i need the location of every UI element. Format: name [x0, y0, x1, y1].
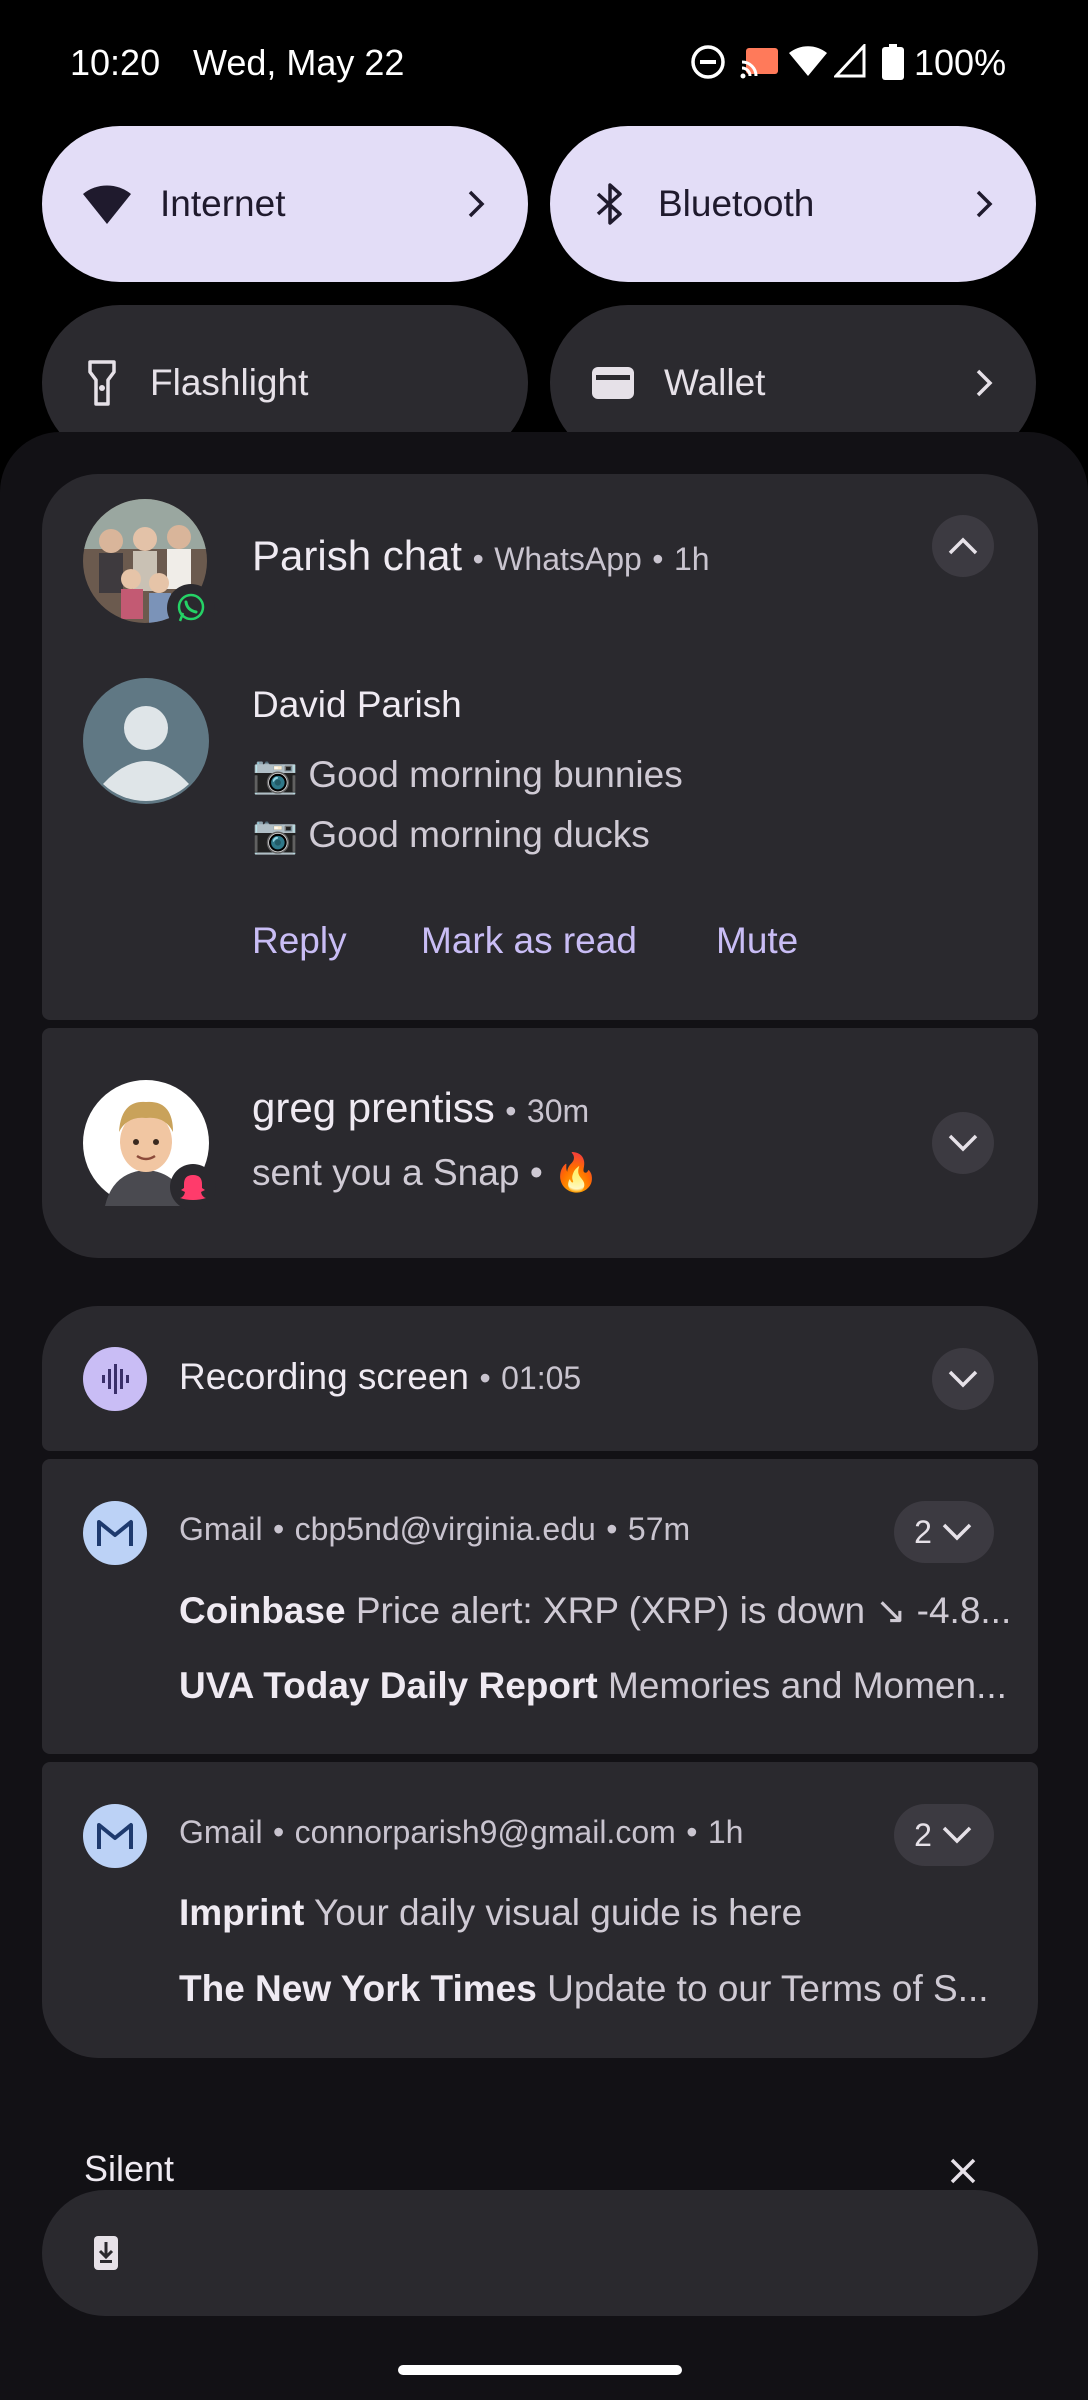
- fire-emoji: 🔥: [553, 1152, 600, 1193]
- whatsapp-badge: [167, 584, 215, 632]
- chevron-down-icon: [948, 1134, 978, 1152]
- separator: •: [686, 1814, 698, 1850]
- battery-icon: [882, 44, 904, 80]
- separator: •: [479, 1360, 491, 1396]
- separator: •: [529, 1152, 543, 1193]
- wallet-icon: [592, 367, 634, 399]
- email-sender: The New York Times: [179, 1968, 537, 2009]
- account-email: cbp5nd@virginia.edu: [294, 1511, 596, 1547]
- flashlight-tile-label: Flashlight: [150, 362, 309, 403]
- chevron-right-icon: [976, 190, 993, 218]
- reply-button[interactable]: Reply: [252, 920, 347, 962]
- email-snippet: Your daily visual guide is here: [314, 1892, 803, 1933]
- notification-title: Parish chat: [252, 532, 463, 579]
- notification-text: sent you a Snap: [252, 1152, 520, 1193]
- silent-section-header: Silent: [84, 2148, 175, 2189]
- message-count: 2: [914, 1816, 932, 1853]
- expand-button[interactable]: [932, 1112, 994, 1174]
- recording-timer: 01:05: [501, 1360, 582, 1396]
- separator: •: [505, 1093, 517, 1129]
- separator: •: [273, 1511, 285, 1547]
- email-snippet: Memories and Momen...: [608, 1665, 1007, 1706]
- separator: •: [606, 1511, 618, 1547]
- cast-icon: [740, 48, 778, 79]
- screen-recording-notification[interactable]: Recording screen • 01:05: [42, 1306, 1038, 1451]
- chevron-down-icon: [942, 1826, 972, 1844]
- whatsapp-icon: [177, 593, 205, 622]
- audio-waveform-icon: [102, 1364, 129, 1394]
- wallet-tile-label: Wallet: [664, 362, 766, 403]
- gesture-navigation-bar[interactable]: [398, 2365, 682, 2375]
- status-date: Wed, May 22: [193, 42, 405, 83]
- app-name: WhatsApp: [494, 541, 642, 577]
- separator: •: [273, 1814, 285, 1850]
- chevron-down-icon: [948, 1370, 978, 1388]
- bluetooth-tile-label: Bluetooth: [658, 183, 815, 224]
- gmail-icon: [97, 1823, 133, 1849]
- gmail-icon: [97, 1520, 133, 1546]
- wifi-icon: [789, 46, 827, 76]
- chevron-right-icon: [976, 369, 993, 397]
- dnd-icon: [691, 45, 725, 79]
- snapchat-ghost-icon: [180, 1175, 206, 1200]
- message-line: 📷 Good morning bunnies: [252, 754, 683, 795]
- snapchat-notification[interactable]: greg prentiss • 30m sent you a Snap • 🔥: [42, 1028, 1038, 1258]
- status-bar: 10:20 Wed, May 22 100%: [0, 0, 1088, 125]
- phone-download-icon: [94, 2236, 118, 2270]
- silent-notification[interactable]: [42, 2190, 1038, 2316]
- signal-icon: [834, 44, 866, 78]
- gmail-notification[interactable]: Gmail • cbp5nd@virginia.edu • 57m 2 Coin…: [42, 1459, 1038, 1754]
- internet-tile[interactable]: Internet: [42, 126, 528, 282]
- mute-button[interactable]: Mute: [716, 920, 798, 962]
- separator: •: [652, 541, 664, 577]
- status-time: 10:20: [70, 42, 161, 83]
- gmail-icon-wrap: [83, 1804, 147, 1868]
- flashlight-icon: [88, 360, 116, 406]
- email-sender: Imprint: [179, 1892, 305, 1933]
- notification-time: 1h: [707, 1814, 744, 1850]
- chevron-up-icon: [948, 537, 978, 555]
- contact-avatar: [83, 678, 209, 804]
- notification-title: Recording screen: [179, 1356, 469, 1397]
- bluetooth-tile[interactable]: Bluetooth: [550, 126, 1036, 282]
- gmail-notification[interactable]: Gmail • connorparish9@gmail.com • 1h 2 I…: [42, 1762, 1038, 2058]
- collapse-button[interactable]: [932, 515, 994, 577]
- email-line: Coinbase Price alert: XRP (XRP) is down …: [179, 1589, 1039, 1632]
- email-sender: UVA Today Daily Report: [179, 1665, 598, 1706]
- snapchat-badge: [170, 1164, 216, 1210]
- expand-count-button[interactable]: 2: [894, 1501, 994, 1563]
- email-sender: Coinbase: [179, 1590, 346, 1631]
- chevron-right-icon: [468, 190, 485, 218]
- close-icon[interactable]: [948, 2156, 978, 2186]
- account-email: connorparish9@gmail.com: [294, 1814, 676, 1850]
- expand-count-button[interactable]: 2: [894, 1804, 994, 1866]
- email-line: Imprint Your daily visual guide is here: [179, 1892, 1039, 1934]
- battery-percent: 100%: [914, 42, 1007, 83]
- email-snippet: Price alert: XRP (XRP) is down ↘ -4.8...: [355, 1590, 1012, 1631]
- chevron-down-icon: [942, 1523, 972, 1541]
- app-name: Gmail: [179, 1814, 263, 1850]
- recording-icon-wrap: [83, 1347, 147, 1411]
- gmail-icon-wrap: [83, 1501, 147, 1565]
- email-snippet: Update to our Terms of S...: [547, 1968, 989, 2009]
- app-name: Gmail: [179, 1511, 263, 1547]
- notification-time: 1h: [673, 541, 710, 577]
- email-line: UVA Today Daily Report Memories and Mome…: [179, 1665, 1039, 1707]
- notification-time: 30m: [526, 1093, 590, 1129]
- whatsapp-notification[interactable]: Parish chat • WhatsApp • 1h David Parish…: [42, 474, 1038, 1020]
- notification-title: greg prentiss: [252, 1084, 495, 1131]
- message-count: 2: [914, 1513, 932, 1550]
- notification-time: 57m: [627, 1511, 691, 1547]
- sender-name: David Parish: [252, 684, 462, 725]
- email-line: The New York Times Update to our Terms o…: [179, 1968, 1039, 2010]
- expand-button[interactable]: [932, 1348, 994, 1410]
- bluetooth-icon: [596, 183, 622, 225]
- internet-tile-label: Internet: [160, 183, 286, 224]
- wifi-icon: [83, 185, 131, 224]
- message-line: 📷 Good morning ducks: [252, 814, 650, 855]
- mark-as-read-button[interactable]: Mark as read: [421, 920, 637, 962]
- separator: •: [472, 541, 484, 577]
